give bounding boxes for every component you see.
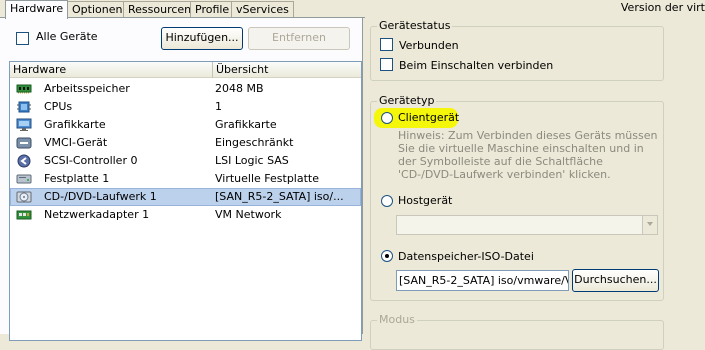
cd-dvd-icon bbox=[16, 190, 32, 204]
row-name: Festplatte 1 bbox=[44, 172, 110, 185]
hardware-list: Hardware Übersicht Arbeitsspeicher 2048 … bbox=[9, 61, 362, 341]
table-row[interactable]: Arbeitsspeicher 2048 MB bbox=[10, 80, 361, 98]
tab-hardware[interactable]: Hardware bbox=[5, 0, 69, 19]
row-summary: VM Network bbox=[215, 208, 282, 221]
vmci-icon bbox=[16, 136, 32, 150]
device-status-title: Gerätestatus bbox=[377, 19, 453, 32]
table-row[interactable]: SCSI-Controller 0 LSI Logic SAS bbox=[10, 152, 361, 170]
list-header: Hardware Übersicht bbox=[10, 62, 361, 78]
display-icon bbox=[16, 118, 32, 132]
tab-resources[interactable]: Ressourcen bbox=[123, 1, 197, 18]
tab-profiles[interactable]: Profile bbox=[190, 1, 235, 18]
scsi-controller-icon bbox=[16, 154, 32, 168]
datastore-iso-label: Datenspeicher-ISO-Datei bbox=[398, 250, 534, 263]
tab-options[interactable]: Optionen bbox=[67, 1, 128, 18]
hard-disk-icon bbox=[16, 172, 32, 186]
remove-button[interactable]: Entfernen bbox=[248, 27, 350, 50]
all-devices-checkbox[interactable] bbox=[16, 32, 29, 45]
client-device-label: Clientgerät bbox=[398, 111, 460, 124]
table-row[interactable]: Grafikkarte Grafikkarte bbox=[10, 116, 361, 134]
host-device-label: Hostgerät bbox=[398, 194, 453, 207]
row-name: CD-/DVD-Laufwerk 1 bbox=[44, 190, 157, 203]
table-row[interactable]: Festplatte 1 Virtuelle Festplatte bbox=[10, 170, 361, 188]
client-device-hint: Hinweis: Zum Verbinden dieses Geräts müs… bbox=[398, 129, 658, 181]
row-name: Arbeitsspeicher bbox=[44, 82, 130, 95]
all-devices-label: Alle Geräte bbox=[36, 30, 98, 43]
host-device-radio[interactable] bbox=[381, 195, 393, 207]
network-adapter-icon bbox=[16, 208, 32, 222]
vm-version-label: Version der virt bbox=[620, 1, 705, 14]
tab-bar: Hardware Optionen Ressourcen Profile vSe… bbox=[0, 0, 705, 19]
row-summary: 2048 MB bbox=[215, 82, 264, 95]
table-row[interactable]: VMCI-Gerät Eingeschränkt bbox=[10, 134, 361, 152]
row-summary: Virtuelle Festplatte bbox=[215, 172, 320, 185]
memory-icon bbox=[16, 82, 32, 96]
cpu-icon bbox=[16, 100, 32, 114]
row-name: Netzwerkadapter 1 bbox=[44, 208, 150, 221]
mode-title: Modus bbox=[377, 313, 417, 326]
row-summary: Grafikkarte bbox=[215, 118, 277, 131]
add-button[interactable]: Hinzufügen... bbox=[161, 27, 243, 50]
device-type-title: Gerätetyp bbox=[377, 94, 437, 107]
datastore-iso-radio[interactable] bbox=[381, 250, 393, 262]
row-summary: 1 bbox=[215, 100, 222, 113]
row-summary: Eingeschränkt bbox=[215, 136, 294, 149]
row-name: CPUs bbox=[44, 100, 73, 113]
device-status-group: Gerätestatus bbox=[370, 20, 664, 81]
iso-path-field[interactable]: [SAN_R5-2_SATA] iso/vmware/VMware-VMviso… bbox=[396, 270, 569, 291]
connected-label: Verbunden bbox=[399, 39, 459, 52]
column-header-hardware[interactable]: Hardware bbox=[10, 62, 213, 78]
chevron-down-icon[interactable] bbox=[642, 216, 657, 234]
table-row[interactable]: CPUs 1 bbox=[10, 98, 361, 116]
row-name: VMCI-Gerät bbox=[44, 136, 108, 149]
tab-vservices[interactable]: vServices bbox=[231, 1, 294, 18]
table-row[interactable]: CD-/DVD-Laufwerk 1 [SAN_R5-2_SATA] iso/.… bbox=[10, 188, 361, 206]
row-name: Grafikkarte bbox=[44, 118, 106, 131]
browse-button[interactable]: Durchsuchen... bbox=[572, 269, 659, 292]
column-header-summary[interactable]: Übersicht bbox=[213, 62, 361, 78]
mode-group: Modus bbox=[370, 314, 664, 350]
row-summary: [SAN_R5-2_SATA] iso/... bbox=[215, 190, 344, 203]
connect-on-power-on-label: Beim Einschalten verbinden bbox=[399, 59, 554, 72]
table-row[interactable]: Netzwerkadapter 1 VM Network bbox=[10, 206, 361, 224]
host-device-dropdown[interactable] bbox=[396, 215, 658, 235]
row-name: SCSI-Controller 0 bbox=[44, 154, 138, 167]
connected-checkbox[interactable] bbox=[380, 38, 393, 51]
connect-on-power-on-checkbox[interactable] bbox=[380, 58, 393, 71]
client-device-radio[interactable] bbox=[381, 112, 393, 124]
row-summary: LSI Logic SAS bbox=[215, 154, 289, 167]
